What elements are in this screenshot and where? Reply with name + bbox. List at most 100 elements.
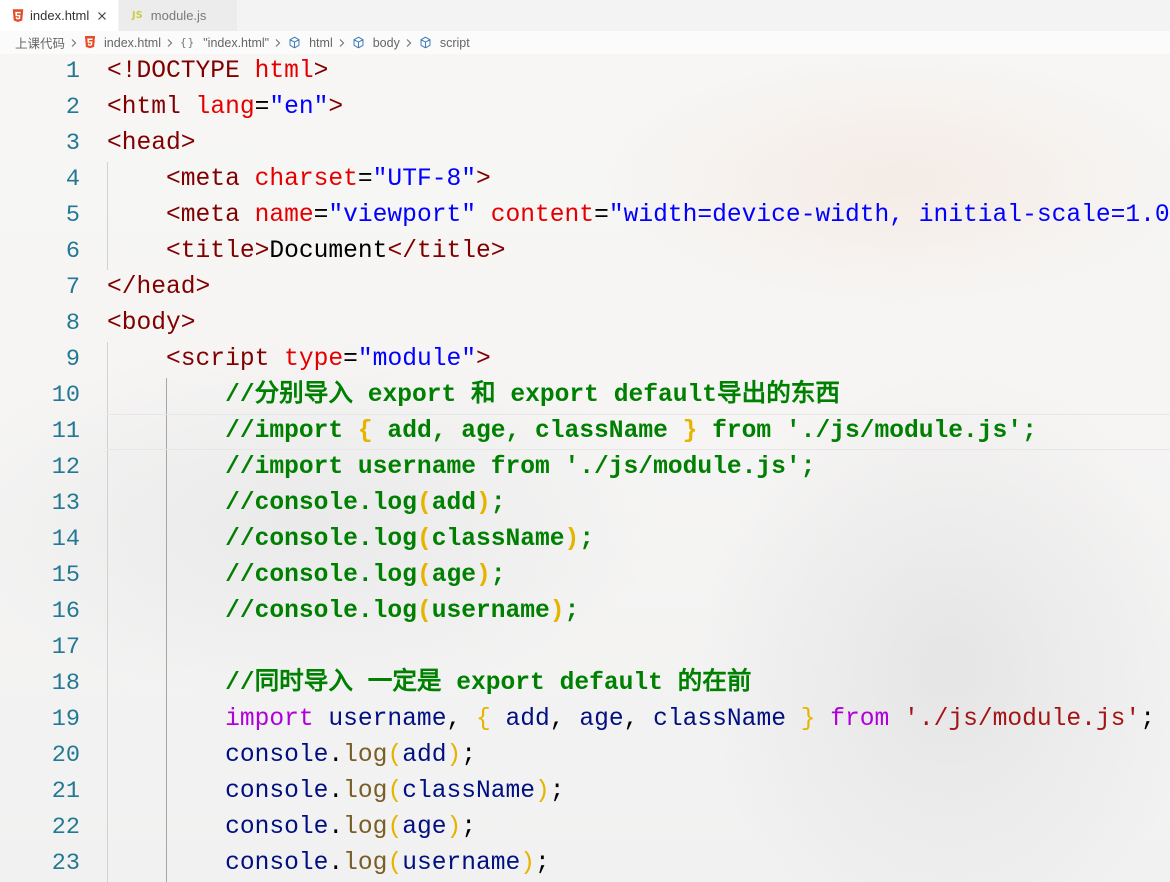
code-line[interactable]: 1 <!DOCTYPE html>	[0, 54, 1170, 90]
line-number: 14	[51, 526, 80, 553]
code-token: =	[254, 94, 270, 121]
js-icon: JS	[132, 10, 143, 21]
code-line[interactable]: 8 <body>	[0, 306, 1170, 342]
code-lines[interactable]: 1 <!DOCTYPE html> 2 <html lang="en"> 3 <head>…	[0, 54, 1170, 882]
tab-index-html[interactable]: index.html	[0, 0, 119, 31]
code-token: >	[313, 58, 329, 85]
code-token: username	[313, 706, 447, 733]
code-token: <!DOCTYPE	[107, 58, 240, 85]
code-token: "UTF-8"	[372, 166, 476, 193]
code-token: console	[107, 778, 329, 805]
line-number: 16	[51, 598, 80, 625]
code-text: <html lang="en">	[107, 90, 1170, 126]
code-token: username	[431, 598, 550, 625]
code-token: from './js/module.js';	[697, 418, 1037, 445]
code-token: ;	[461, 814, 477, 841]
breadcrumb-label: index.html	[104, 35, 161, 50]
code-text: //import username from './js/module.js';	[107, 450, 1170, 486]
line-number: 9	[65, 346, 80, 373]
chevron-right-icon	[70, 38, 78, 48]
code-token: >	[475, 166, 491, 193]
code-token: className	[431, 526, 565, 553]
chevron-right-icon	[166, 38, 174, 48]
code-line[interactable]: 2 <html lang="en">	[0, 90, 1170, 126]
code-line[interactable]: 18 //同时导入 一定是 export default 的在前	[0, 666, 1170, 702]
chevron-right-icon	[274, 38, 282, 48]
code-token: "width=device-width, initial-scale=1.0	[608, 202, 1170, 229]
breadcrumb-item-document[interactable]: {} "index.html"	[180, 36, 269, 50]
code-token: =	[357, 166, 373, 193]
code-line[interactable]: 11 //import { add, age, className } from…	[0, 414, 1170, 450]
tab-module-js[interactable]: JS module.js	[119, 0, 238, 31]
code-line[interactable]: 12 //import username from './js/module.j…	[0, 450, 1170, 486]
code-text: <!DOCTYPE html>	[107, 54, 1170, 90]
code-text: console.log(className);	[107, 774, 1170, 810]
breadcrumb-item-html[interactable]: html	[288, 36, 333, 50]
symbol-cube-icon	[419, 36, 432, 49]
breadcrumb-item-script[interactable]: script	[419, 36, 470, 50]
breadcrumb-item-folder[interactable]: 上课代码	[15, 33, 65, 52]
code-editor[interactable]: 1 <!DOCTYPE html> 2 <html lang="en"> 3 <head>…	[0, 54, 1170, 882]
code-token: console	[107, 850, 329, 877]
code-token: (	[387, 850, 403, 877]
code-line[interactable]: 17	[0, 630, 1170, 666]
code-text: <body>	[107, 306, 1170, 342]
line-number: 8	[65, 310, 80, 337]
code-line[interactable]: 5 <meta name="viewport" content="width=d…	[0, 198, 1170, 234]
breadcrumb-item-body[interactable]: body	[352, 36, 400, 50]
code-token: ;	[461, 742, 477, 769]
code-token: <title>	[107, 238, 270, 265]
code-text: import username, { add, age, className }…	[107, 702, 1170, 738]
code-token: }	[682, 418, 698, 445]
code-token: )	[549, 598, 565, 625]
code-token: )	[564, 526, 580, 553]
code-token: (	[387, 778, 403, 805]
code-token: log	[343, 850, 388, 877]
code-line[interactable]: 13 //console.log(add);	[0, 486, 1170, 522]
code-line[interactable]: 19 import username, { add, age, classNam…	[0, 702, 1170, 738]
line-number: 15	[51, 562, 80, 589]
breadcrumb-label: "index.html"	[203, 35, 270, 50]
tab-label: module.js	[150, 8, 207, 23]
code-line[interactable]: 23 console.log(username);	[0, 846, 1170, 882]
code-line[interactable]: 20 console.log(add);	[0, 738, 1170, 774]
code-token: age	[402, 814, 447, 841]
code-line[interactable]: 14 //console.log(className);	[0, 522, 1170, 558]
code-line[interactable]: 10 //分别导入 export 和 export default导出的东西	[0, 378, 1170, 414]
close-icon[interactable]	[97, 11, 107, 21]
code-line[interactable]: 16 //console.log(username);	[0, 594, 1170, 630]
code-token: ,	[446, 706, 462, 733]
html5-icon	[84, 36, 96, 49]
breadcrumb-label: body	[372, 35, 400, 50]
code-token: //import username from './js/module.js';	[107, 454, 816, 481]
code-token: )	[535, 778, 550, 805]
code-token: <body>	[107, 310, 196, 337]
breadcrumb-item-file[interactable]: index.html	[84, 36, 161, 50]
code-token: //同时导入 一定是 export default 的在前	[107, 670, 752, 697]
code-token: age	[431, 562, 476, 589]
symbol-cube-icon	[288, 36, 301, 49]
code-line[interactable]: 4 <meta charset="UTF-8">	[0, 162, 1170, 198]
code-line[interactable]: 6 <title>Document</title>	[0, 234, 1170, 270]
line-number: 11	[51, 418, 80, 445]
code-token: ;	[579, 526, 595, 553]
line-number: 22	[51, 814, 80, 841]
code-token: type	[269, 346, 344, 373]
code-token: <meta	[107, 202, 240, 229]
breadcrumb: 上课代码 index.html {} "index.html" html bod…	[0, 31, 1170, 54]
code-token: =	[313, 202, 329, 229]
code-token: "viewport"	[328, 202, 476, 229]
code-line[interactable]: 9 <script type="module">	[0, 342, 1170, 378]
code-line[interactable]: 7 </head>	[0, 270, 1170, 306]
code-token: className	[638, 706, 786, 733]
code-line[interactable]: 3 <head>	[0, 126, 1170, 162]
code-line[interactable]: 22 console.log(age);	[0, 810, 1170, 846]
line-number: 23	[51, 850, 80, 877]
code-token: {	[357, 418, 373, 445]
code-token: import	[107, 706, 314, 733]
code-line[interactable]: 21 console.log(className);	[0, 774, 1170, 810]
code-token: "en"	[269, 94, 329, 121]
line-number: 6	[65, 238, 80, 265]
code-token: content	[475, 202, 595, 229]
code-line[interactable]: 15 //console.log(age);	[0, 558, 1170, 594]
